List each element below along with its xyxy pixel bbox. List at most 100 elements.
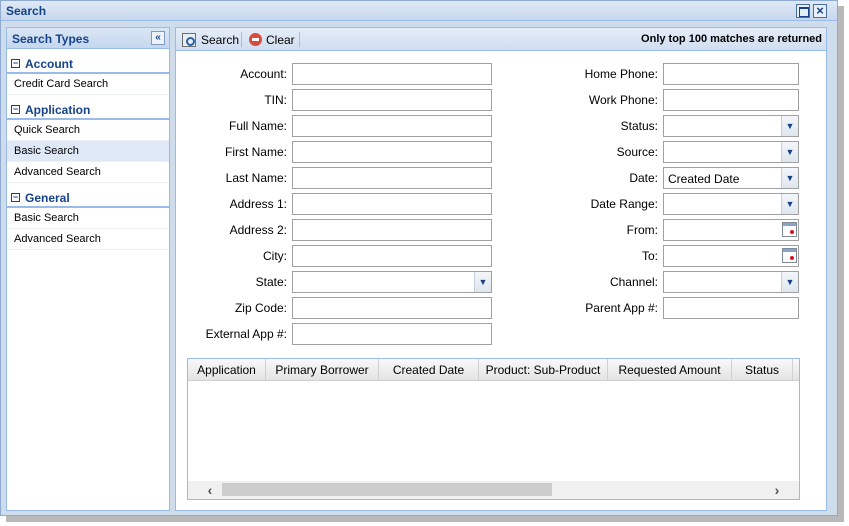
chevron-down-icon[interactable]: ▼ xyxy=(781,116,798,136)
chevron-down-icon[interactable]: ▼ xyxy=(781,272,798,292)
home-phone-label: Home Phone: xyxy=(584,67,658,81)
calendar-icon[interactable] xyxy=(782,248,797,263)
from-label: From: xyxy=(626,223,658,237)
search-types-header: Search Types « xyxy=(7,28,169,49)
date-range-label: Date Range: xyxy=(590,197,658,211)
collapse-box-icon[interactable]: − xyxy=(11,193,20,202)
city-label: City: xyxy=(263,249,287,263)
zip-code-label: Zip Code: xyxy=(234,301,287,315)
toolbar: Search Clear Only top 100 matches are re… xyxy=(176,28,826,51)
calendar-icon[interactable] xyxy=(782,222,797,237)
search-type-quick-search[interactable]: Quick Search xyxy=(7,120,169,141)
source-select[interactable]: ▼ xyxy=(663,141,799,163)
to-date-input[interactable] xyxy=(663,245,799,267)
group-general[interactable]: − General xyxy=(7,187,169,208)
toolbar-separator xyxy=(241,32,242,47)
chevron-down-icon[interactable]: ▼ xyxy=(474,272,491,292)
channel-label: Channel: xyxy=(609,275,658,289)
clear-button[interactable]: Clear xyxy=(249,31,295,48)
full-name-label: Full Name: xyxy=(228,119,287,133)
chevron-down-icon[interactable]: ▼ xyxy=(781,194,798,214)
tin-input[interactable] xyxy=(292,89,492,111)
date-label: Date: xyxy=(629,171,658,185)
last-name-input[interactable] xyxy=(292,167,492,189)
external-app-label: External App #: xyxy=(205,327,287,341)
column-header-requested-amount[interactable]: Requested Amount xyxy=(608,359,732,381)
scroll-right-icon[interactable]: › xyxy=(769,482,785,498)
search-button-label: Search xyxy=(201,32,240,47)
group-label: General xyxy=(25,191,70,205)
maximize-button[interactable] xyxy=(796,4,810,18)
channel-select[interactable]: ▼ xyxy=(663,271,799,293)
first-name-input[interactable] xyxy=(292,141,492,163)
first-name-label: First Name: xyxy=(224,145,287,159)
close-icon: × xyxy=(816,3,824,18)
toolbar-separator xyxy=(299,32,300,47)
close-button[interactable]: × xyxy=(813,4,827,18)
last-name-label: Last Name: xyxy=(225,171,287,185)
to-label: To: xyxy=(641,249,658,263)
status-label: Status: xyxy=(620,119,658,133)
title-bar[interactable]: Search × xyxy=(1,1,837,21)
column-header-product[interactable]: Product: Sub-Product xyxy=(479,359,608,381)
search-type-credit-card-search[interactable]: Credit Card Search xyxy=(7,74,169,95)
search-window: Search × Search Types « − Account Credit… xyxy=(0,0,838,516)
home-phone-input[interactable] xyxy=(663,63,799,85)
account-label: Account: xyxy=(240,67,287,81)
date-range-select[interactable]: ▼ xyxy=(663,193,799,215)
address2-label: Address 2: xyxy=(229,223,287,237)
full-name-input[interactable] xyxy=(292,115,492,137)
state-label: State: xyxy=(255,275,287,289)
group-label: Application xyxy=(25,103,91,117)
zip-code-input[interactable] xyxy=(292,297,492,319)
window-title: Search xyxy=(6,4,47,18)
address1-input[interactable] xyxy=(292,193,492,215)
search-icon xyxy=(182,32,196,47)
column-header-status[interactable]: Status xyxy=(732,359,793,381)
collapse-panel-button[interactable]: « xyxy=(151,31,165,45)
work-phone-label: Work Phone: xyxy=(588,93,658,107)
group-label: Account xyxy=(25,57,73,71)
date-select-value: Created Date xyxy=(668,172,740,186)
column-header-created-date[interactable]: Created Date xyxy=(379,359,479,381)
address1-label: Address 1: xyxy=(229,197,287,211)
search-form-panel: Search Clear Only top 100 matches are re… xyxy=(175,27,827,511)
collapse-box-icon[interactable]: − xyxy=(11,59,20,68)
group-account[interactable]: − Account xyxy=(7,53,169,74)
chevron-down-icon[interactable]: ▼ xyxy=(781,142,798,162)
grid-header: Application Primary Borrower Created Dat… xyxy=(188,359,799,381)
account-input[interactable] xyxy=(292,63,492,85)
search-button[interactable]: Search xyxy=(182,31,239,48)
column-header-application[interactable]: Application xyxy=(188,359,266,381)
search-type-general-advanced-search[interactable]: Advanced Search xyxy=(7,229,169,250)
scrollbar-thumb[interactable] xyxy=(222,483,552,496)
work-phone-input[interactable] xyxy=(663,89,799,111)
status-select[interactable]: ▼ xyxy=(663,115,799,137)
scroll-left-icon[interactable]: ‹ xyxy=(202,482,218,498)
address2-input[interactable] xyxy=(292,219,492,241)
horizontal-scrollbar[interactable]: ‹ › xyxy=(188,481,799,499)
from-date-input[interactable] xyxy=(663,219,799,241)
source-label: Source: xyxy=(616,145,658,159)
search-types-title: Search Types xyxy=(12,32,90,46)
search-types-panel: Search Types « − Account Credit Card Sea… xyxy=(6,27,170,511)
search-type-general-basic-search[interactable]: Basic Search xyxy=(7,208,169,229)
search-type-basic-search[interactable]: Basic Search xyxy=(7,141,169,162)
city-input[interactable] xyxy=(292,245,492,267)
double-chevron-left-icon: « xyxy=(155,32,161,43)
collapse-box-icon[interactable]: − xyxy=(11,105,20,114)
clear-button-label: Clear xyxy=(266,32,295,47)
search-type-advanced-search[interactable]: Advanced Search xyxy=(7,162,169,183)
results-grid: Application Primary Borrower Created Dat… xyxy=(187,358,800,500)
parent-app-label: Parent App #: xyxy=(585,301,658,315)
tin-label: TIN: xyxy=(264,93,287,107)
external-app-input[interactable] xyxy=(292,323,492,345)
results-limit-note: Only top 100 matches are returned xyxy=(641,33,822,45)
chevron-down-icon[interactable]: ▼ xyxy=(781,168,798,188)
date-select[interactable]: Created Date ▼ xyxy=(663,167,799,189)
state-select[interactable]: ▼ xyxy=(292,271,492,293)
no-entry-icon xyxy=(249,33,262,46)
group-application[interactable]: − Application xyxy=(7,99,169,120)
column-header-primary-borrower[interactable]: Primary Borrower xyxy=(266,359,379,381)
parent-app-input[interactable] xyxy=(663,297,799,319)
